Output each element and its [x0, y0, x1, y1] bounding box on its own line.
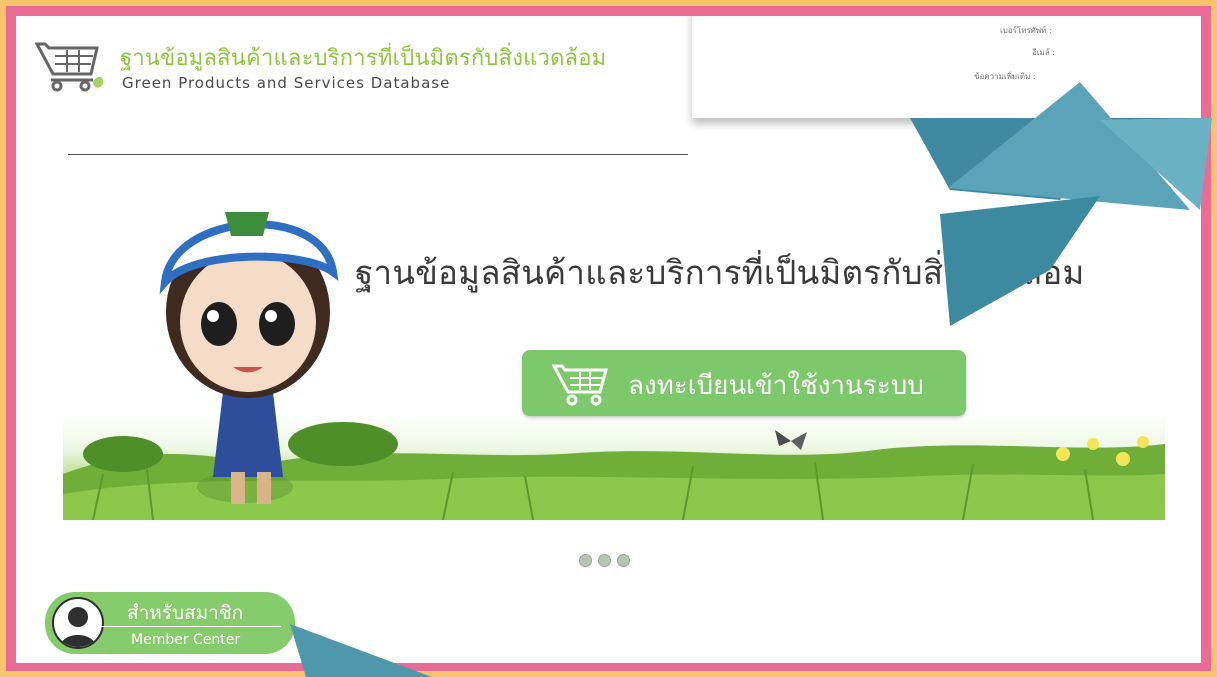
site-title-english: Green Products and Services Database — [122, 74, 451, 92]
header-divider — [68, 154, 688, 155]
register-button-label: ลงทะเบียนเข้าใช้งานระบบ — [628, 371, 924, 401]
page: ฐานข้อมูลสินค้าและบริการที่เป็นมิตรกับสิ… — [16, 16, 1201, 663]
member-label-thai: สำหรับสมาชิก — [127, 602, 244, 624]
user-avatar-icon — [52, 597, 104, 649]
form-panel-overlay: เบอร์โทรศัพท์ : อีเมล์ : ข้อความเพิ่มเติ… — [692, 16, 1201, 118]
email-label: อีเมล์ : — [1032, 48, 1055, 57]
mascot-character-image — [159, 212, 339, 504]
carousel-dot[interactable] — [617, 554, 630, 567]
banner-heading: ฐานข้อมูลสินค้าและบริการที่เป็นมิตรกับสิ… — [355, 253, 1085, 292]
carousel-dot[interactable] — [579, 554, 592, 567]
register-button[interactable]: ลงทะเบียนเข้าใช้งานระบบ — [522, 350, 966, 416]
butterfly-decoration — [775, 430, 807, 450]
hero-banner: ฐานข้อมูลสินค้าและบริการที่เป็นมิตรกับสิ… — [63, 164, 1165, 520]
member-label-english: Member Center — [131, 632, 241, 648]
carousel-pagination — [579, 554, 630, 567]
site-title-thai: ฐานข้อมูลสินค้าและบริการที่เป็นมิตรกับสิ… — [120, 46, 607, 71]
member-divider — [101, 626, 281, 627]
carousel-dot[interactable] — [598, 554, 611, 567]
shopping-cart-icon[interactable] — [35, 38, 105, 92]
phone-label: เบอร์โทรศัพท์ : — [1000, 26, 1052, 35]
shopping-cart-icon — [552, 364, 608, 406]
additional-message-label: ข้อความเพิ่มเติม : — [974, 72, 1036, 81]
member-center-button[interactable]: สำหรับสมาชิก Member Center — [45, 592, 295, 654]
